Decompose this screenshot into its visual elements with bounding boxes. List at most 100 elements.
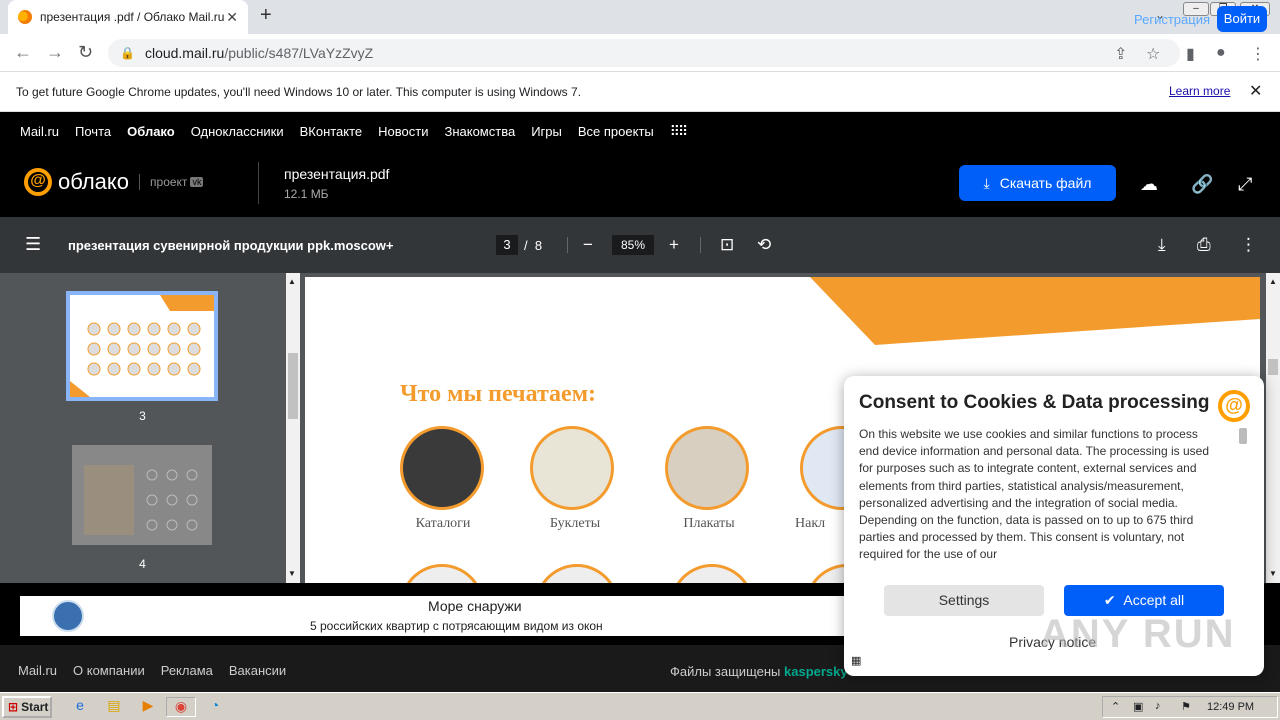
- anyrun-watermark: ANY RUN: [1040, 612, 1236, 656]
- back-icon[interactable]: ←: [14, 42, 32, 63]
- chrome-taskbar-icon[interactable]: ◉: [166, 697, 196, 717]
- tray-network-icon[interactable]: ▣: [1133, 700, 1143, 713]
- print-icon[interactable]: ⎙: [1197, 235, 1211, 255]
- ad-title: Море снаружи: [428, 598, 522, 614]
- page-total: 8: [534, 238, 543, 253]
- new-tab-button[interactable]: +: [260, 4, 272, 27]
- cloud-header: @ облако проект vk презентация.pdf 12.1 …: [0, 150, 1280, 217]
- poster-image: [665, 426, 749, 510]
- bookmark-star-icon[interactable]: ☆: [1146, 44, 1160, 64]
- link-icon[interactable]: 🔗: [1191, 174, 1213, 195]
- start-label: Start: [21, 700, 49, 714]
- taskbar-clock[interactable]: 12:49 PM: [1207, 701, 1254, 713]
- nav-odnoklassniki[interactable]: Одноклассники: [191, 124, 284, 139]
- login-button[interactable]: Войти: [1217, 6, 1267, 32]
- footer-link-jobs[interactable]: Вакансии: [229, 663, 286, 678]
- file-name: презентация.pdf: [284, 166, 390, 182]
- cookie-settings-button[interactable]: Settings: [884, 585, 1044, 616]
- sidebar-scroll-thumb[interactable]: [288, 353, 298, 419]
- tray-volume-icon[interactable]: ♪: [1155, 700, 1161, 712]
- start-button[interactable]: ⊞ Start: [2, 696, 52, 718]
- kaspersky-logo[interactable]: kaspersky: [784, 664, 848, 679]
- zoom-level-input[interactable]: 85%: [612, 235, 654, 255]
- page-scroll-thumb[interactable]: [1268, 359, 1278, 375]
- address-bar[interactable]: 🔒 cloud.mail.ru/public/s487/LVaYzZvyZ: [108, 39, 1180, 67]
- windows-taskbar: ⊞ Start e ▤ ▶ ◉ ◔ ⌃ ▣ ♪ ⚑ 12:49 PM: [0, 692, 1280, 720]
- tray-flag-icon[interactable]: ⚑: [1181, 700, 1191, 713]
- explorer-icon[interactable]: ▤: [104, 697, 124, 717]
- save-to-cloud-icon[interactable]: ☁: [1140, 174, 1158, 195]
- ad-banner[interactable]: Море снаружи 5 российских квартир с потр…: [20, 596, 860, 636]
- browser-toolbar: ← → ↻ 🔒 cloud.mail.ru/public/s487/LVaYzZ…: [0, 34, 1280, 72]
- nav-novosti[interactable]: Новости: [378, 124, 428, 139]
- nav-igry[interactable]: Игры: [531, 124, 562, 139]
- apps-grid-icon[interactable]: ⠿⠿: [670, 123, 688, 140]
- sidebar-scrollbar[interactable]: ▲ ▼: [286, 273, 300, 583]
- ie-icon[interactable]: e: [70, 697, 90, 717]
- chrome-menu-icon[interactable]: ⋮: [1250, 44, 1266, 64]
- download-file-button[interactable]: ⤓ Скачать файл: [959, 165, 1116, 201]
- fullscreen-icon[interactable]: ⤢: [1238, 174, 1252, 195]
- zoom-in-icon[interactable]: +: [669, 235, 679, 255]
- nav-oblako[interactable]: Облако: [127, 124, 175, 139]
- tray-arrow-icon[interactable]: ⌃: [1111, 700, 1120, 713]
- url-path: /public/s487/LVaYzZvyZ: [224, 45, 374, 61]
- footer-link-about[interactable]: О компании: [73, 663, 145, 678]
- mailru-portal-nav: Mail.ru Почта Облако Одноклассники ВКонт…: [0, 112, 1280, 150]
- windows-logo-icon: ⊞: [8, 700, 19, 714]
- media-player-icon[interactable]: ▶: [138, 697, 158, 717]
- footer-link-mailru[interactable]: Mail.ru: [18, 663, 57, 678]
- logo-project: проект: [150, 175, 188, 189]
- thumbnail-page-4[interactable]: [72, 445, 212, 545]
- file-size: 12.1 МБ: [284, 187, 329, 201]
- at-logo-icon: @: [24, 168, 52, 196]
- nav-vkontakte[interactable]: ВКонтакте: [300, 124, 363, 139]
- page-heading: Что мы печатаем:: [400, 381, 597, 407]
- nav-all-projects[interactable]: Все проекты: [578, 124, 654, 139]
- page-number-input[interactable]: 3: [496, 235, 518, 255]
- thumbnail-page-3[interactable]: [66, 291, 218, 401]
- logo-word: облако: [58, 169, 130, 194]
- share-icon[interactable]: ⇪: [1114, 44, 1127, 64]
- ad-image: [52, 600, 84, 632]
- ad-subtitle: 5 российских квартир с потрясающим видом…: [310, 619, 603, 633]
- pdf-title: презентация сувенирной продукции ppk.mos…: [68, 238, 394, 253]
- pdf-download-icon[interactable]: ⤓: [1158, 235, 1166, 255]
- thumbnail-sidebar: 3 4: [0, 273, 300, 583]
- menu-icon[interactable]: ☰: [25, 234, 41, 255]
- close-tab-icon[interactable]: ✕: [226, 9, 238, 26]
- reload-icon[interactable]: ↻: [78, 42, 93, 63]
- tab-strip: презентация .pdf / Облако Mail.ru ✕ + ⌄ …: [0, 0, 1280, 34]
- cloud-logo[interactable]: @ облако проект vk: [24, 168, 204, 196]
- cookie-body-text: On this website we use cookies and simil…: [859, 427, 1209, 562]
- update-infobar: To get future Google Chrome updates, you…: [0, 72, 1280, 112]
- forward-icon[interactable]: →: [46, 42, 64, 63]
- system-tray: ⌃ ▣ ♪ ⚑ 12:49 PM: [1102, 696, 1278, 718]
- thumbnail-label-4: 4: [139, 557, 146, 571]
- files-protected-text: Файлы защищены: [670, 664, 781, 679]
- footer-link-ads[interactable]: Реклама: [161, 663, 213, 678]
- side-panel-icon[interactable]: ▮: [1186, 44, 1195, 64]
- register-link[interactable]: Регистрация: [1134, 12, 1210, 27]
- nav-znakomstva[interactable]: Знакомства: [444, 124, 515, 139]
- cookie-scrollbar[interactable]: [1239, 428, 1247, 444]
- nav-mailru[interactable]: Mail.ru: [20, 124, 59, 139]
- item-label-booklets: Буклеты: [549, 516, 601, 531]
- nav-pochta[interactable]: Почта: [75, 124, 111, 139]
- lock-icon: 🔒: [120, 46, 135, 60]
- zoom-out-icon[interactable]: −: [583, 235, 593, 255]
- fit-page-icon[interactable]: ⊡: [720, 235, 734, 255]
- browser-tab[interactable]: презентация .pdf / Облако Mail.ru ✕: [8, 0, 248, 34]
- close-infobar-icon[interactable]: ✕: [1249, 81, 1262, 101]
- page-scrollbar[interactable]: ▲ ▼: [1266, 273, 1280, 583]
- cloud-favicon-icon: [18, 10, 32, 24]
- profile-icon[interactable]: ●: [1216, 44, 1226, 62]
- consent-provider-icon[interactable]: ▦: [851, 654, 861, 667]
- rotate-icon[interactable]: ⟲: [757, 235, 771, 255]
- vk-logo-icon: vk: [190, 177, 204, 187]
- pdf-more-icon[interactable]: ⋮: [1240, 235, 1257, 255]
- tab-title: презентация .pdf / Облако Mail.ru: [40, 10, 225, 24]
- booklet-image: [530, 426, 614, 510]
- learn-more-link[interactable]: Learn more: [1169, 84, 1230, 98]
- edge-icon[interactable]: ◔: [205, 697, 225, 717]
